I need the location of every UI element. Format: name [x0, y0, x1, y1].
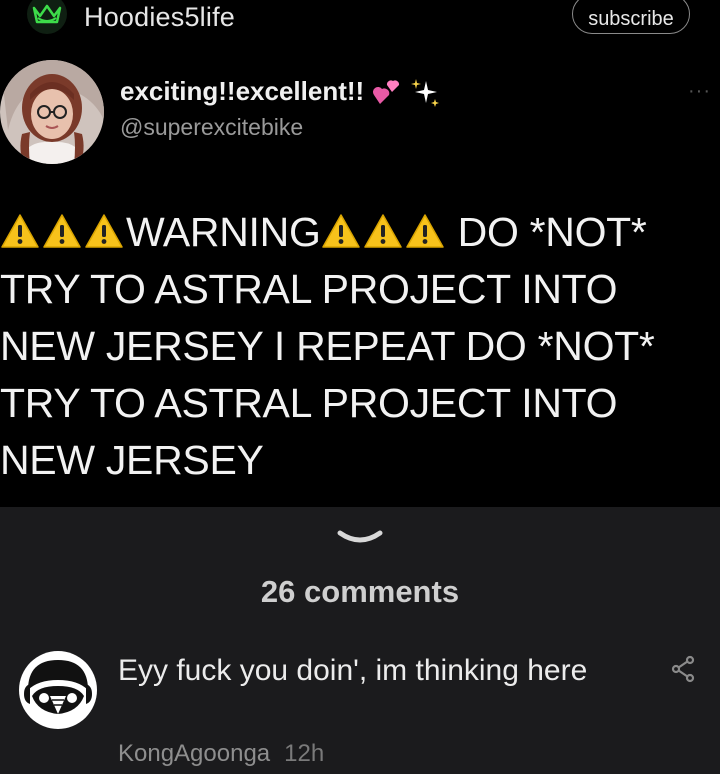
comments-count: 26 comments — [260, 574, 460, 609]
chevron-down-icon[interactable] — [336, 527, 384, 551]
display-name-text: exciting!!excellent!! — [120, 76, 365, 106]
two-hearts-emoji — [373, 79, 400, 104]
warning-sign-emoji — [405, 214, 444, 248]
warning-sign-emoji — [85, 214, 123, 248]
avatar[interactable] — [0, 60, 104, 164]
share-icon[interactable] — [668, 654, 698, 684]
display-name[interactable]: exciting!!excellent!! — [120, 76, 440, 107]
post-header: Hoodies5life subscribe — [0, 0, 720, 44]
warning-sign-emoji — [321, 214, 360, 248]
handle[interactable]: @superexcitebike — [120, 114, 303, 141]
tweet-text: WARNING DO *NOT* TRY TO ASTRAL PROJECT I… — [0, 204, 720, 489]
comment-author[interactable]: KongAgoonga — [118, 740, 270, 767]
warning-sign-emoji — [1, 214, 39, 248]
subscribe-button[interactable]: subscribe — [572, 0, 690, 34]
sparkles-emoji — [411, 78, 440, 107]
crown-icon[interactable] — [26, 0, 68, 36]
comment-time: 12h — [284, 740, 325, 767]
commenter-avatar[interactable] — [18, 650, 98, 730]
more-dots-icon[interactable]: ··· — [688, 80, 711, 103]
community-name[interactable]: Hoodies5life — [84, 2, 235, 33]
comments-section: 26 comments Eyy fuck you doin', im think… — [0, 507, 720, 774]
comment-meta: KongAgoonga 12h — [118, 740, 324, 768]
tweet-text-rest: DO *NOT* TRY TO ASTRAL PROJECT INTO NEW … — [0, 209, 655, 483]
warning-word: WARNING — [126, 209, 321, 255]
comment-text: Eyy fuck you doin', im thinking here — [118, 654, 588, 687]
warning-sign-emoji — [363, 214, 402, 248]
warning-sign-emoji — [43, 214, 81, 248]
